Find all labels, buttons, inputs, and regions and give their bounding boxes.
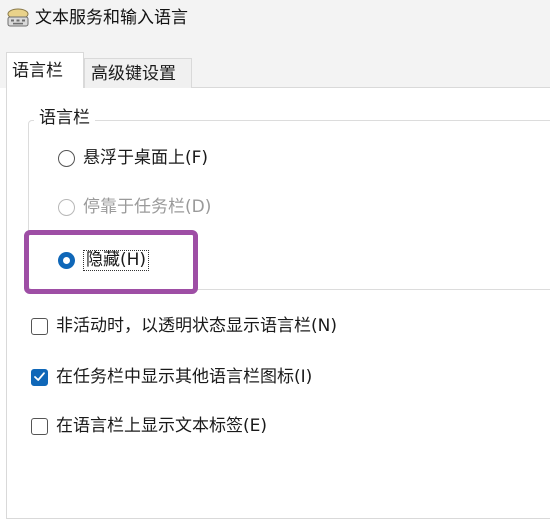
radio-button-unchecked[interactable] [58,149,75,167]
checkbox-checked[interactable] [31,368,48,386]
checkbox-row-text-labels[interactable]: 在语言栏上显示文本标签(E) [31,416,267,436]
radio-float-on-desktop[interactable]: 悬浮于桌面上(F) [58,148,208,168]
groupbox-title: 语言栏 [34,108,95,128]
window-title: 文本服务和输入语言 [35,8,188,28]
checkbox-unchecked[interactable] [31,317,48,335]
checkmark-icon [33,372,45,381]
radio-hidden[interactable]: 隐藏(H) [58,250,150,271]
radio-label-hidden: 隐藏(H) [83,250,150,271]
checkbox-row-transparent[interactable]: 非活动时，以透明状态显示语言栏(N) [31,316,337,336]
checkbox-label-transparent: 非活动时，以透明状态显示语言栏(N) [56,316,337,336]
radio-label-float: 悬浮于桌面上(F) [83,148,209,168]
radio-dock-in-taskbar: 停靠于任务栏(D) [58,197,211,217]
checkbox-unchecked[interactable] [31,417,48,435]
checkbox-row-extra-icons[interactable]: 在任务栏中显示其他语言栏图标(I) [31,367,312,387]
keyboard-app-icon [7,8,29,27]
checkbox-label-extra-icons: 在任务栏中显示其他语言栏图标(I) [56,367,313,387]
title-bar: 文本服务和输入语言 [0,0,550,38]
checkbox-label-text-labels: 在语言栏上显示文本标签(E) [56,416,268,436]
radio-label-dock: 停靠于任务栏(D) [83,197,212,217]
radio-button-disabled [58,198,75,216]
tab-advanced-key-settings[interactable]: 高级键设置 [84,58,192,88]
radio-button-checked[interactable] [58,252,75,269]
tab-language-bar[interactable]: 语言栏 [6,52,84,88]
